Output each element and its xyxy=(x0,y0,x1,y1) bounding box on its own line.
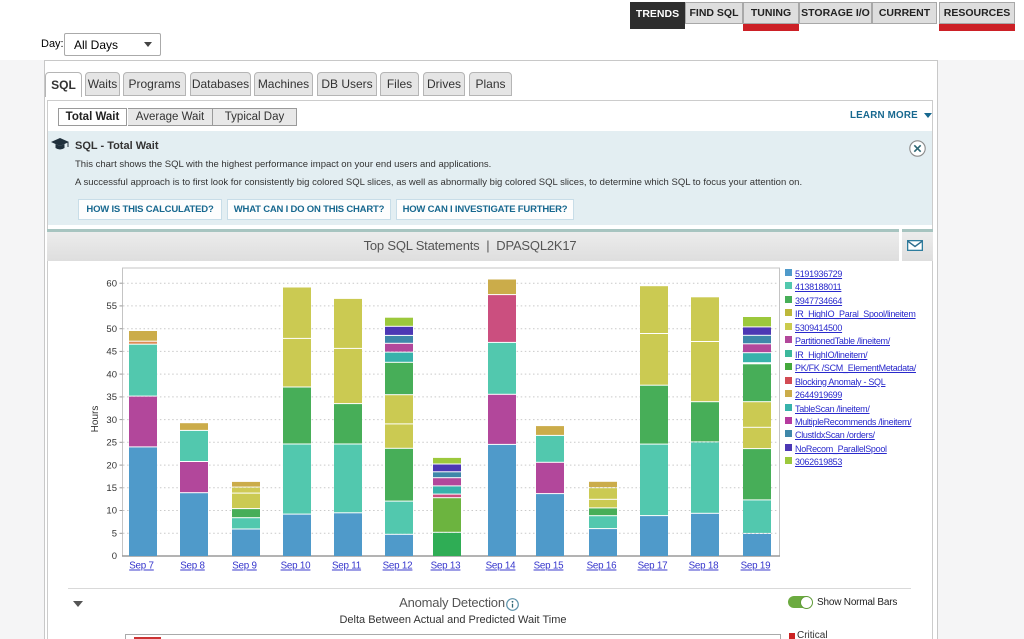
svg-text:Sep 15: Sep 15 xyxy=(534,561,565,572)
svg-text:35: 35 xyxy=(106,392,117,403)
svg-text:Sep 19: Sep 19 xyxy=(741,561,771,572)
svg-text:Sep 7: Sep 7 xyxy=(129,561,154,572)
svg-text:10: 10 xyxy=(106,506,117,517)
svg-text:Sep 14: Sep 14 xyxy=(486,561,517,572)
svg-text:50: 50 xyxy=(106,324,117,335)
svg-text:45: 45 xyxy=(106,347,117,358)
svg-text:5: 5 xyxy=(112,529,117,540)
svg-text:25: 25 xyxy=(106,438,117,449)
svg-text:Sep 11: Sep 11 xyxy=(332,561,361,572)
svg-text:Hours: Hours xyxy=(90,406,101,433)
svg-text:Sep 13: Sep 13 xyxy=(431,561,462,572)
svg-text:Sep 9: Sep 9 xyxy=(232,561,257,572)
svg-text:Sep 18: Sep 18 xyxy=(689,561,720,572)
svg-text:0: 0 xyxy=(112,551,117,562)
svg-text:Sep 17: Sep 17 xyxy=(638,561,668,572)
svg-text:55: 55 xyxy=(106,301,117,312)
svg-text:Sep 16: Sep 16 xyxy=(587,561,618,572)
svg-text:30: 30 xyxy=(106,415,117,426)
svg-text:Sep 10: Sep 10 xyxy=(281,561,312,572)
svg-text:15: 15 xyxy=(106,483,117,494)
svg-text:40: 40 xyxy=(106,369,117,380)
svg-text:Sep 8: Sep 8 xyxy=(180,561,205,572)
svg-text:Sep 12: Sep 12 xyxy=(383,561,413,572)
svg-text:60: 60 xyxy=(106,278,117,289)
svg-text:20: 20 xyxy=(106,460,117,471)
